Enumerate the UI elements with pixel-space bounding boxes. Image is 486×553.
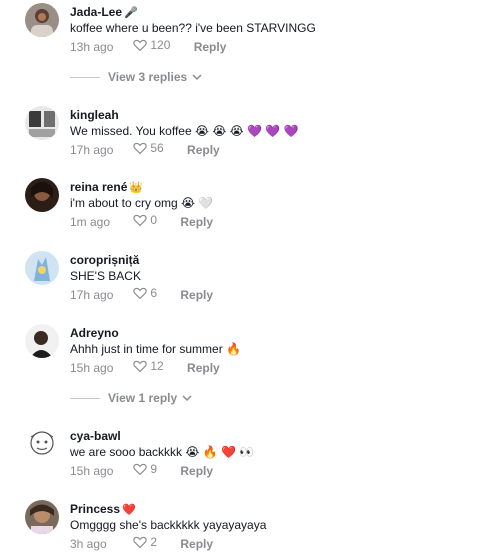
chevron-down-icon bbox=[182, 395, 192, 402]
comment-username[interactable]: kingleah bbox=[70, 108, 119, 122]
comment-time: 17h ago bbox=[70, 288, 114, 302]
comment-username[interactable]: Princess ❤️ bbox=[70, 502, 136, 517]
like-count: 6 bbox=[150, 286, 158, 300]
reply-button[interactable]: Reply bbox=[180, 537, 213, 551]
like-button[interactable]: 56 bbox=[133, 141, 164, 155]
comment-text: koffee where u been?? i've been STARVING… bbox=[70, 21, 316, 35]
like-count: 0 bbox=[150, 213, 158, 227]
mic-badge-icon: 🎤 bbox=[124, 7, 138, 19]
comment-meta: 1m ago 0 Reply bbox=[70, 213, 213, 229]
view-replies-button[interactable]: View 1 reply bbox=[70, 391, 192, 405]
comment-username[interactable]: Jada-Lee 🎤 bbox=[70, 5, 138, 20]
like-button[interactable]: 12 bbox=[133, 359, 164, 373]
comment-time: 3h ago bbox=[70, 537, 107, 551]
comment-meta: 13h ago 120 Reply bbox=[70, 38, 227, 54]
comment-meta: 15h ago 9 Reply bbox=[70, 462, 213, 478]
crown-badge-icon: 👑 bbox=[129, 182, 144, 194]
avatar[interactable] bbox=[25, 251, 59, 285]
like-count: 56 bbox=[150, 141, 164, 155]
reply-button[interactable]: Reply bbox=[194, 40, 227, 54]
heart-outline-icon bbox=[133, 39, 148, 51]
like-button[interactable]: 6 bbox=[133, 286, 157, 300]
view-replies-label: View 1 reply bbox=[108, 391, 178, 405]
comment-text: Ahhh just in time for summer 🔥 bbox=[70, 342, 241, 356]
chevron-down-icon bbox=[192, 74, 202, 81]
reply-button[interactable]: Reply bbox=[187, 361, 220, 375]
like-count: 120 bbox=[150, 38, 171, 52]
comment-time: 13h ago bbox=[70, 40, 114, 54]
avatar[interactable] bbox=[25, 106, 59, 140]
reply-button[interactable]: Reply bbox=[180, 288, 213, 302]
comment-time: 1m ago bbox=[70, 215, 111, 229]
comment-text: SHE'S BACK bbox=[70, 269, 141, 283]
like-button[interactable]: 9 bbox=[133, 462, 157, 476]
heart-outline-icon bbox=[133, 142, 148, 154]
comment-meta: 17h ago 6 Reply bbox=[70, 286, 213, 302]
comment-username[interactable]: Adreyno bbox=[70, 326, 119, 340]
comment-time: 15h ago bbox=[70, 361, 114, 375]
heart-outline-icon bbox=[133, 536, 148, 548]
comment-meta: 3h ago 2 Reply bbox=[70, 535, 213, 551]
comment-meta: 15h ago 12 Reply bbox=[70, 359, 220, 375]
comment-text: Omgggg she's backkkkk yayayayaya bbox=[70, 518, 267, 532]
heart-outline-icon bbox=[133, 214, 148, 226]
heart-outline-icon bbox=[133, 463, 148, 475]
avatar[interactable] bbox=[25, 427, 59, 461]
divider bbox=[70, 397, 100, 399]
comment-time: 15h ago bbox=[70, 464, 114, 478]
comment-username[interactable]: reina rené 👑 bbox=[70, 180, 143, 195]
divider bbox=[70, 76, 100, 78]
comment-username[interactable]: cya-bawl bbox=[70, 429, 121, 443]
avatar[interactable] bbox=[25, 3, 59, 37]
like-count: 9 bbox=[150, 462, 158, 476]
comment-meta: 17h ago 56 Reply bbox=[70, 141, 220, 157]
comment-time: 17h ago bbox=[70, 143, 114, 157]
like-button[interactable]: 2 bbox=[133, 535, 157, 549]
reply-button[interactable]: Reply bbox=[180, 215, 213, 229]
like-count: 2 bbox=[150, 535, 158, 549]
heart-outline-icon bbox=[133, 360, 148, 372]
comment-text: we are sooo backkkk 😭 🔥 ❤️ 👀 bbox=[70, 445, 255, 459]
avatar[interactable] bbox=[25, 500, 59, 534]
like-button[interactable]: 120 bbox=[133, 38, 170, 52]
view-replies-label: View 3 replies bbox=[108, 70, 188, 84]
comment-text: i'm about to cry omg 😭 🤍 bbox=[70, 196, 214, 210]
comment-text: We missed. You koffee 😭 😭 😭 💜 💜 💜 bbox=[70, 124, 299, 138]
heart-badge-icon: ❤️ bbox=[122, 504, 136, 516]
heart-outline-icon bbox=[133, 287, 148, 299]
reply-button[interactable]: Reply bbox=[187, 143, 220, 157]
like-count: 12 bbox=[150, 359, 164, 373]
reply-button[interactable]: Reply bbox=[180, 464, 213, 478]
view-replies-button[interactable]: View 3 replies bbox=[70, 70, 202, 84]
comment-username[interactable]: coroprișniță bbox=[70, 253, 139, 267]
avatar[interactable] bbox=[25, 178, 59, 212]
like-button[interactable]: 0 bbox=[133, 213, 157, 227]
avatar[interactable] bbox=[25, 324, 59, 358]
